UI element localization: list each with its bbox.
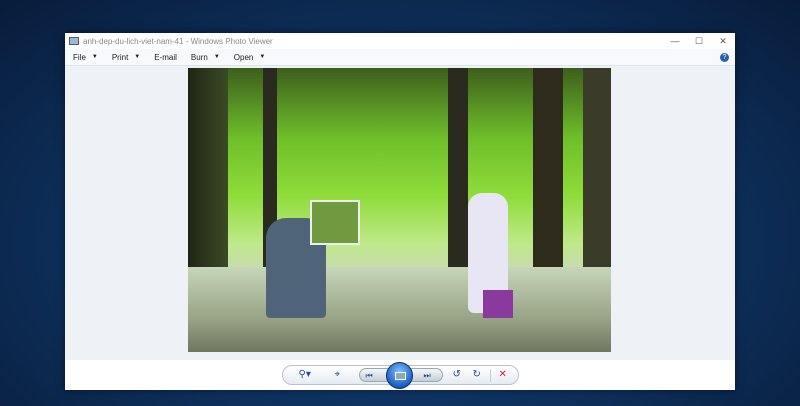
- app-icon: [69, 37, 79, 45]
- ground: [188, 267, 611, 352]
- menu-label: File: [73, 52, 86, 62]
- tree: [448, 68, 468, 268]
- tree: [533, 68, 563, 283]
- slideshow-icon: [394, 372, 406, 380]
- control-bar: ⚲▾ ⌖ ⏮ ⏭ ↺ ↻ ✕: [281, 362, 519, 389]
- next-button[interactable]: ⏭: [424, 369, 431, 383]
- close-button[interactable]: ✕: [711, 36, 735, 47]
- minimize-button[interactable]: —: [663, 36, 687, 46]
- rotate-counterclockwise-button[interactable]: ↺: [453, 368, 461, 382]
- window-title: anh-dep-du-lich-viet-nam-41 - Windows Ph…: [83, 36, 273, 46]
- menu-label: Open: [233, 52, 254, 62]
- photo: [188, 68, 611, 352]
- image-area: [65, 66, 735, 360]
- slideshow-button[interactable]: [385, 362, 413, 389]
- zoom-button[interactable]: ⚲▾: [299, 368, 311, 382]
- delete-button[interactable]: ✕: [499, 368, 507, 382]
- help-icon[interactable]: ?: [720, 52, 729, 62]
- tree: [583, 68, 611, 298]
- menu-burn[interactable]: Burn ▼: [191, 53, 220, 62]
- title-bar: anh-dep-du-lich-viet-nam-41 - Windows Ph…: [65, 33, 735, 49]
- tree: [188, 68, 228, 278]
- caret-down-icon: ▼: [213, 54, 220, 60]
- actual-size-button[interactable]: ⌖: [335, 368, 341, 382]
- bottom-toolbar: ⚲▾ ⌖ ⏮ ⏭ ↺ ↻ ✕: [65, 360, 735, 390]
- menu-label: Print: [111, 52, 129, 62]
- easel-canvas: [310, 200, 360, 245]
- previous-button[interactable]: ⏮: [366, 369, 373, 383]
- divider: [489, 369, 491, 382]
- menu-email[interactable]: E-mail: [154, 53, 177, 62]
- menu-open[interactable]: Open ▼: [234, 53, 266, 62]
- caret-down-icon: ▼: [134, 54, 141, 60]
- rotate-clockwise-button[interactable]: ↻: [473, 368, 481, 382]
- menu-label: E-mail: [154, 52, 177, 62]
- menu-print[interactable]: Print ▼: [112, 53, 140, 62]
- maximize-button[interactable]: ☐: [687, 36, 711, 47]
- photo-viewer-window: anh-dep-du-lich-viet-nam-41 - Windows Ph…: [65, 33, 735, 390]
- menu-file[interactable]: File ▼: [73, 53, 98, 62]
- flower-basket: [483, 290, 513, 318]
- menu-label: Burn: [190, 52, 208, 62]
- caret-down-icon: ▼: [259, 54, 266, 60]
- menu-bar: File ▼ Print ▼ E-mail Burn ▼ Open ▼ ?: [65, 49, 735, 66]
- caret-down-icon: ▼: [91, 54, 98, 60]
